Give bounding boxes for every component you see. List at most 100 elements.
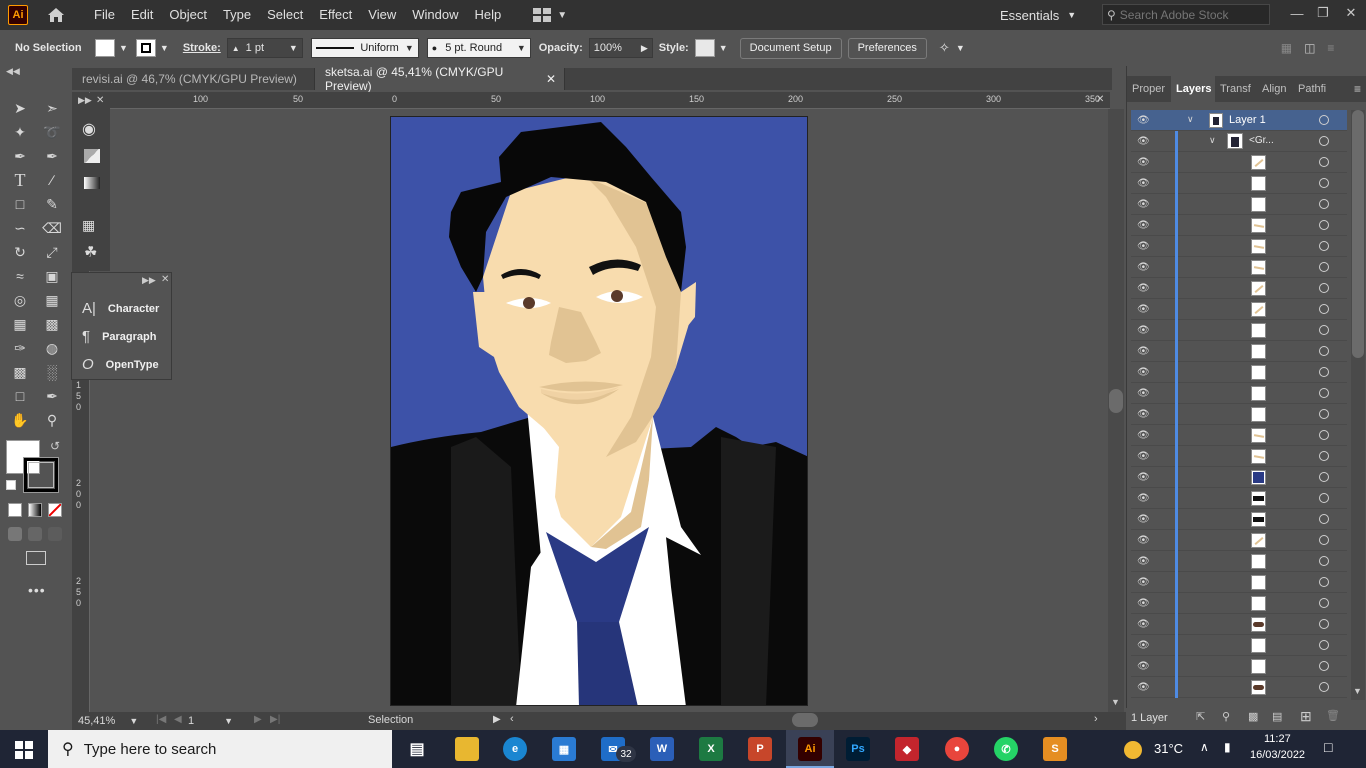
character-panel-item[interactable]: A| Character	[82, 300, 159, 317]
chevron-down-icon[interactable]: ∨	[1209, 135, 1216, 146]
scrollbar-thumb[interactable]	[1109, 389, 1123, 413]
locate-object-icon[interactable]: ⚲	[1222, 710, 1230, 723]
notifications-icon[interactable]: □	[1324, 739, 1332, 755]
color-palette-icon[interactable]: ◉	[82, 119, 96, 139]
menu-select[interactable]: Select	[259, 0, 311, 30]
eye-icon[interactable]: 👁	[1137, 304, 1150, 315]
clipping-mask-icon[interactable]: ▩	[1248, 710, 1258, 723]
tab-align[interactable]: Align	[1257, 76, 1293, 102]
close-icon[interactable]: ✕	[96, 95, 104, 106]
windows-start-icon[interactable]	[15, 741, 33, 759]
sublayer-row[interactable]: 👁	[1131, 677, 1347, 698]
expand-icon[interactable]: ▶▶	[142, 275, 156, 286]
zoom-select[interactable]: 45,41% ▼	[78, 713, 148, 729]
chevron-right-icon[interactable]: ▶	[641, 43, 648, 54]
menu-object[interactable]: Object	[161, 0, 215, 30]
sublayer-row[interactable]: 👁	[1131, 299, 1347, 320]
target-icon[interactable]	[1319, 367, 1329, 377]
eye-icon[interactable]: 👁	[1137, 178, 1150, 189]
align-icon[interactable]: ▦	[1281, 41, 1292, 55]
swap-colors-icon[interactable]: ↺	[50, 439, 60, 453]
delete-icon[interactable]: 🗑	[1326, 709, 1340, 722]
tab-sketsa[interactable]: sketsa.ai @ 45,41% (CMYK/GPU Preview) ✕	[315, 65, 565, 93]
tab-transform[interactable]: Transf	[1215, 76, 1257, 102]
gradient-tool-icon[interactable]: ▩	[40, 313, 64, 335]
default-colors-icon[interactable]	[6, 480, 16, 490]
target-icon[interactable]	[1319, 388, 1329, 398]
rotate-tool-icon[interactable]: ↻	[8, 241, 32, 263]
eye-icon[interactable]: 👁	[1137, 220, 1150, 231]
artboard[interactable]	[390, 116, 808, 706]
previous-artboard-icon[interactable]: ◀	[174, 714, 182, 725]
tab-layers[interactable]: Layers	[1171, 76, 1215, 102]
paintbrush-tool-icon[interactable]: ✎	[40, 193, 64, 215]
eye-icon[interactable]: 👁	[1137, 136, 1150, 147]
tab-properties[interactable]: Proper	[1127, 76, 1171, 102]
task-view-icon[interactable]: ▤	[405, 737, 429, 761]
sublayer-row[interactable]: 👁	[1131, 173, 1347, 194]
layers-scrollbar[interactable]: ▼	[1351, 110, 1365, 700]
target-icon[interactable]	[1319, 241, 1329, 251]
target-icon[interactable]	[1319, 409, 1329, 419]
curvature-tool-icon[interactable]: ✒	[40, 145, 64, 167]
workspace-switcher[interactable]: Essentials ▼	[1000, 0, 1076, 30]
microsoft-store-icon[interactable]: ▦	[552, 737, 576, 761]
target-icon[interactable]	[1319, 577, 1329, 587]
eye-icon[interactable]: 👁	[1137, 535, 1150, 546]
layer-row-layer1[interactable]: 👁 ∨ Layer 1	[1131, 110, 1347, 131]
file-explorer-icon[interactable]	[455, 737, 479, 761]
stroke-weight-field[interactable]: ▲ 1 pt ▼	[226, 38, 303, 58]
sublayer-row[interactable]: 👁	[1131, 572, 1347, 593]
sublayer-row[interactable]: 👁	[1131, 509, 1347, 530]
menu-edit[interactable]: Edit	[123, 0, 161, 30]
target-icon[interactable]	[1319, 640, 1329, 650]
column-graph-tool-icon[interactable]: ░	[40, 361, 64, 383]
target-icon[interactable]	[1319, 598, 1329, 608]
stock-search[interactable]: ⚲	[1102, 4, 1270, 25]
home-icon[interactable]	[46, 5, 66, 25]
last-artboard-icon[interactable]: ▶|	[270, 714, 280, 725]
target-icon[interactable]	[1319, 472, 1329, 482]
target-icon[interactable]	[1319, 514, 1329, 524]
eye-icon[interactable]: 👁	[1137, 577, 1150, 588]
canvas-area[interactable]	[90, 109, 1108, 712]
target-icon[interactable]	[1319, 220, 1329, 230]
eye-icon[interactable]: 👁	[1137, 262, 1150, 273]
sublayer-row[interactable]: 👁	[1131, 257, 1347, 278]
artboard-tool-icon[interactable]: □	[8, 385, 32, 407]
eye-icon[interactable]: 👁	[1137, 367, 1150, 378]
target-icon[interactable]	[1319, 157, 1329, 167]
perspective-grid-tool-icon[interactable]: ▦	[40, 289, 64, 311]
chrome-icon[interactable]: ●	[945, 737, 969, 761]
chevron-right-icon[interactable]: ›	[1094, 713, 1098, 725]
sublayer-row[interactable]: 👁	[1131, 467, 1347, 488]
sublayer-row[interactable]: 👁	[1131, 194, 1347, 215]
eye-icon[interactable]: 👁	[1137, 283, 1150, 294]
sublayer-row[interactable]: 👁	[1131, 278, 1347, 299]
target-icon[interactable]	[1319, 283, 1329, 293]
target-icon[interactable]	[1319, 304, 1329, 314]
restore-button[interactable]: ❐	[1310, 0, 1336, 26]
stroke-label[interactable]: Stroke:	[183, 42, 221, 54]
eye-icon[interactable]: 👁	[1137, 598, 1150, 609]
first-artboard-icon[interactable]: |◀	[156, 714, 166, 725]
whatsapp-icon[interactable]: ✆	[994, 737, 1018, 761]
options-icon[interactable]: ≡	[1327, 41, 1334, 55]
taskbar-search[interactable]: ⚲ Type here to search	[48, 730, 392, 768]
clock-time[interactable]: 11:27	[1264, 733, 1291, 745]
transform-icon[interactable]: ✧	[939, 40, 950, 56]
mesh-tool-icon[interactable]: ▦	[8, 313, 32, 335]
target-icon[interactable]	[1319, 619, 1329, 629]
collapse-toolbar-icon[interactable]: ◀◀	[6, 66, 20, 77]
clock-date[interactable]: 16/03/2022	[1250, 749, 1305, 761]
menu-view[interactable]: View	[360, 0, 404, 30]
stepper-icon[interactable]: ▲	[232, 44, 240, 53]
stock-search-input[interactable]	[1119, 7, 1260, 22]
eye-icon[interactable]: 👁	[1137, 157, 1150, 168]
arrange-documents-button[interactable]: ▼	[533, 8, 567, 22]
fill-swatch[interactable]	[95, 39, 115, 57]
edge-browser-icon[interactable]: e	[503, 737, 527, 761]
target-icon[interactable]	[1319, 136, 1329, 146]
scale-tool-icon[interactable]: ⤢	[40, 241, 64, 263]
slice-tool-icon[interactable]: ✒	[40, 385, 64, 407]
